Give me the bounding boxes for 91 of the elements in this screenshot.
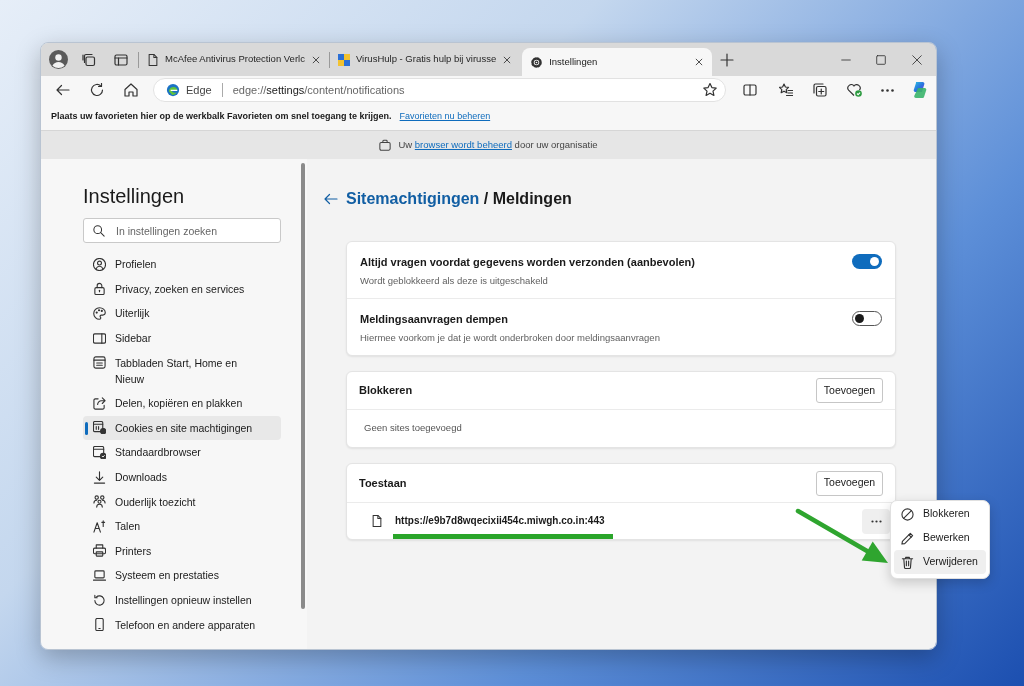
list-title: Blokkeren bbox=[359, 383, 413, 399]
trash-icon bbox=[901, 555, 914, 569]
empty-list-text: Geen sites toegevoegd bbox=[364, 421, 462, 436]
vertical-tabs-icon[interactable] bbox=[114, 52, 128, 67]
sidebar-item[interactable]: Sidebar bbox=[83, 325, 281, 351]
search-icon bbox=[93, 224, 105, 237]
back-icon[interactable] bbox=[56, 83, 70, 97]
site-settings-icon bbox=[93, 421, 106, 435]
menu-item[interactable]: Verwijderen bbox=[894, 550, 986, 574]
more-icon bbox=[870, 519, 882, 523]
favorites-bar-message: Plaats uw favorieten hier op de werkbalk Favorieten om snel toegang te krijgen. bbox=[51, 110, 392, 124]
sidebar-item[interactable]: Systeem en prestaties bbox=[83, 563, 281, 588]
scrollbar-thumb[interactable] bbox=[301, 163, 305, 609]
default-browser-icon bbox=[93, 445, 106, 459]
sidebar-item[interactable]: Standaardbrowser bbox=[83, 440, 281, 465]
split-screen-icon[interactable] bbox=[743, 83, 757, 97]
add-button[interactable]: Toevoegen bbox=[816, 470, 883, 496]
sidebar-item[interactable]: Privacy, zoeken en services bbox=[83, 276, 281, 302]
address-bar[interactable]: Edge edge://settings/content/notifications bbox=[153, 78, 726, 102]
managed-link[interactable]: browser wordt beheerd bbox=[414, 138, 512, 150]
lock-icon bbox=[93, 282, 106, 296]
browser-tab[interactable]: McAfee Antivirus Protection Verlc bbox=[141, 47, 327, 72]
sidebar-item[interactable]: Delen, kopiëren en plakken bbox=[83, 390, 281, 416]
sidebar-item[interactable]: Downloads bbox=[83, 464, 281, 490]
favorite-star-icon[interactable] bbox=[703, 83, 717, 97]
setting-title: Meldingsaanvragen dempen bbox=[360, 312, 509, 327]
sidebar-item[interactable]: Telefoon en andere apparaten bbox=[83, 612, 281, 637]
page-heading: Sitemachtigingen / Meldingen bbox=[346, 189, 572, 209]
collections-icon[interactable] bbox=[813, 83, 827, 97]
download-icon bbox=[93, 470, 106, 484]
palette-icon bbox=[93, 307, 106, 320]
managed-notice: Uw browser wordt beheerd door uw organisatie bbox=[398, 137, 598, 152]
toggle-switch[interactable] bbox=[852, 311, 882, 326]
share-icon bbox=[93, 396, 106, 410]
more-icon[interactable] bbox=[881, 88, 894, 92]
person-icon bbox=[93, 257, 106, 271]
document-icon bbox=[371, 515, 383, 527]
sidebar-item[interactable]: Instellingen opnieuw instellen bbox=[83, 587, 281, 613]
menu-item[interactable]: Blokkeren bbox=[894, 502, 986, 526]
sidebar-item[interactable]: Talen bbox=[83, 513, 281, 539]
maximize-icon[interactable] bbox=[876, 54, 886, 65]
close-icon[interactable] bbox=[912, 54, 922, 65]
search-field[interactable]: In instellingen zoeken bbox=[83, 218, 281, 243]
sidebar-item[interactable]: Printers bbox=[83, 538, 281, 564]
reset-icon bbox=[93, 593, 106, 607]
avatar-icon[interactable] bbox=[49, 50, 68, 69]
toggle-switch[interactable] bbox=[852, 254, 882, 269]
close-icon[interactable] bbox=[694, 57, 705, 67]
assistant-logo-icon[interactable] bbox=[911, 81, 929, 99]
phone-icon bbox=[93, 618, 106, 632]
new-tab-icon[interactable] bbox=[720, 52, 735, 67]
sidebar-item[interactable]: Cookies en site machtigingen bbox=[83, 415, 281, 441]
tab-window-icon bbox=[93, 356, 106, 370]
browser-tab[interactable]: VirusHulp - Gratis hulp bij virusse bbox=[331, 47, 519, 72]
site-favicon-icon bbox=[337, 53, 350, 66]
menu-item[interactable]: Bewerken bbox=[894, 526, 986, 550]
address-url: edge://settings/content/notifications bbox=[232, 82, 405, 98]
heart-check-icon[interactable] bbox=[847, 83, 862, 97]
refresh-icon[interactable] bbox=[90, 83, 104, 97]
printer-icon bbox=[93, 544, 106, 558]
document-icon bbox=[147, 53, 159, 66]
browser-tab[interactable]: Instellingen bbox=[522, 48, 713, 76]
close-icon[interactable] bbox=[502, 54, 513, 65]
list-title: Toestaan bbox=[359, 475, 407, 491]
sidebar-item[interactable]: Uiterlijk bbox=[83, 301, 281, 326]
pencil-icon bbox=[901, 531, 914, 545]
manage-favorites-link[interactable]: Favorieten nu beheren bbox=[399, 110, 491, 124]
sidebar-item[interactable]: Profielen bbox=[83, 252, 281, 277]
selection-bar bbox=[85, 421, 88, 435]
language-icon bbox=[93, 519, 106, 533]
home-icon[interactable] bbox=[124, 83, 138, 97]
favorites-list-icon[interactable] bbox=[779, 83, 793, 97]
setting-description: Hiermee voorkom je dat je wordt onderbroken door meldingsaanvragen bbox=[360, 331, 660, 345]
sidebar-item[interactable]: Tabbladen Start, Home en Nieuw bbox=[83, 350, 281, 391]
site-url: https://e9b7d8wqecixii454c.miwgh.co.in:443 bbox=[395, 514, 605, 528]
browser-logo-icon bbox=[166, 83, 180, 97]
sidebar-item[interactable]: Ouderlijk toezicht bbox=[83, 489, 281, 514]
gear-icon bbox=[530, 55, 544, 69]
briefcase-icon bbox=[379, 139, 392, 151]
laptop-icon bbox=[93, 568, 106, 582]
workspaces-icon[interactable] bbox=[82, 52, 96, 67]
setting-description: Wordt geblokkeerd als deze is uitgeschakeld bbox=[360, 274, 549, 288]
sidebar-title: Instellingen bbox=[83, 184, 186, 209]
breadcrumb-link[interactable]: Sitemachtigingen bbox=[346, 190, 480, 207]
setting-title: Altijd vragen voordat gegevens worden verzonden (aanbevolen) bbox=[360, 255, 695, 270]
family-icon bbox=[93, 495, 106, 509]
blocked-icon bbox=[901, 507, 914, 521]
browser-name-label: Edge bbox=[186, 82, 212, 98]
add-button[interactable]: Toevoegen bbox=[816, 378, 883, 403]
sidebar-panel-icon bbox=[93, 331, 106, 345]
close-icon[interactable] bbox=[310, 54, 321, 65]
